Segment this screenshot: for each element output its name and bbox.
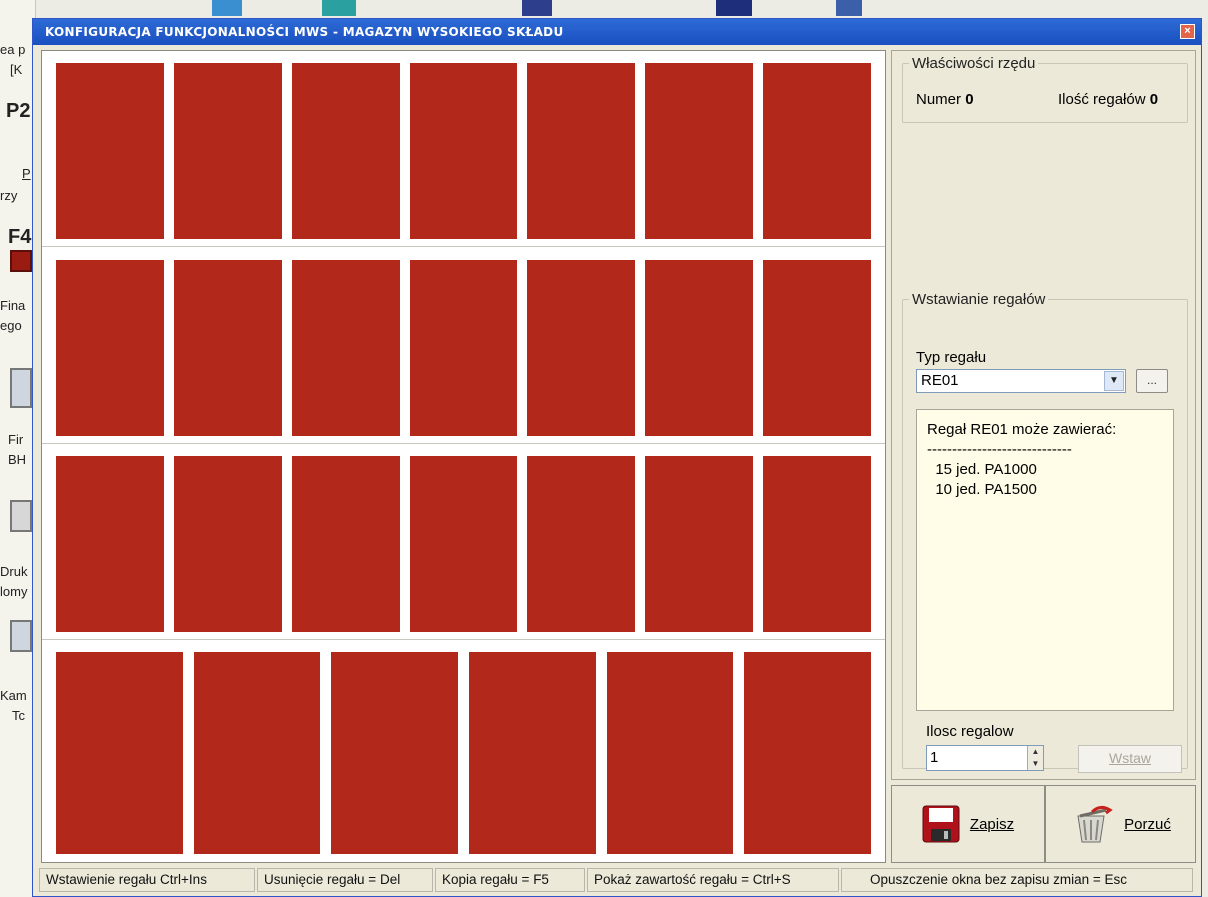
rack-cell[interactable]	[56, 456, 164, 632]
memo-line: -----------------------------	[927, 441, 1072, 458]
rack-cell[interactable]	[763, 456, 871, 632]
desktop-icon	[10, 500, 32, 532]
desktop-icon	[10, 368, 32, 408]
desktop-icon	[10, 620, 32, 652]
window-title: KONFIGURACJA FUNKCJONALNOŚCI MWS - MAGAZ…	[45, 25, 564, 39]
spin-up-icon[interactable]: ▲	[1027, 746, 1043, 758]
desktop-toolbar-strip	[36, 0, 1208, 20]
rack-row[interactable]	[42, 248, 885, 444]
rack-cell[interactable]	[291, 456, 400, 632]
row-number-label: Numer 0	[916, 91, 974, 108]
rack-cell[interactable]	[763, 63, 871, 239]
rack-cell[interactable]	[645, 260, 754, 436]
rack-cell[interactable]	[744, 652, 871, 854]
right-panel: Właściwości rzędu Numer 0 Ilość regałów …	[891, 50, 1196, 780]
rack-cell[interactable]	[409, 456, 518, 632]
rack-cell[interactable]	[645, 456, 754, 632]
rack-cell[interactable]	[469, 652, 596, 854]
rack-cell[interactable]	[409, 63, 518, 239]
status-shortcut-copy: Kopia regału = F5	[435, 868, 585, 892]
desktop-left-panel: ea p [K P2 P rzy F4 Fina ego Fir BH Druk…	[0, 0, 36, 897]
desktop-icon	[10, 250, 32, 272]
insert-racks-legend: Wstawianie regałów	[912, 291, 1046, 308]
rack-cell[interactable]	[173, 456, 282, 632]
rack-quantity-stepper[interactable]: 1 ▲ ▼	[926, 745, 1044, 771]
rack-row[interactable]	[42, 640, 885, 862]
desktop-text: Kam	[0, 688, 27, 703]
rack-cell[interactable]	[173, 260, 282, 436]
rack-cell[interactable]	[56, 260, 164, 436]
desktop-text: rzy	[0, 188, 18, 203]
spin-down-icon[interactable]: ▼	[1027, 758, 1043, 770]
desktop-text: Druk	[0, 564, 28, 579]
close-icon[interactable]: ×	[1180, 24, 1195, 39]
memo-line: 10 jed. PA1500	[927, 481, 1037, 498]
rack-cell[interactable]	[606, 652, 734, 854]
floppy-disk-icon	[922, 805, 960, 843]
desktop-text: ea p	[0, 42, 26, 57]
rack-cell[interactable]	[291, 260, 400, 436]
status-shortcut-exit: Opuszczenie okna bez zapisu zmian = Esc	[841, 868, 1193, 892]
insert-button[interactable]: Wstaw	[1078, 745, 1182, 773]
rack-cell[interactable]	[173, 63, 282, 239]
desktop-text: lomy	[0, 584, 28, 599]
title-bar[interactable]: KONFIGURACJA FUNKCJONALNOŚCI MWS - MAGAZ…	[33, 19, 1201, 45]
row-properties-group: Właściwości rzędu	[902, 55, 1188, 123]
rack-row[interactable]	[42, 444, 885, 640]
desktop-text: Fina	[0, 298, 26, 313]
rack-cell[interactable]	[331, 652, 458, 854]
rack-cell[interactable]	[409, 260, 518, 436]
status-bar: Wstawienie regału Ctrl+Ins Usunięcie reg…	[33, 864, 1201, 896]
rack-quantity-value: 1	[930, 749, 939, 766]
save-button[interactable]: Zapisz	[891, 785, 1045, 863]
browse-rack-type-button[interactable]: ...	[1136, 369, 1168, 393]
row-properties-legend: Właściwości rzędu	[912, 55, 1036, 72]
rack-cell[interactable]	[527, 260, 636, 436]
rack-cell[interactable]	[56, 652, 183, 854]
rack-cell[interactable]	[193, 652, 321, 854]
rack-cell[interactable]	[645, 63, 754, 239]
desktop-text: ego	[0, 318, 22, 333]
memo-line: Regał RE01 może zawierać:	[927, 421, 1117, 438]
trash-can-icon	[1077, 805, 1113, 843]
rack-count-value: 0	[1149, 91, 1159, 108]
rack-row[interactable]	[42, 51, 885, 247]
cancel-label: Porzuć	[1124, 815, 1171, 833]
rack-cell[interactable]	[56, 63, 164, 239]
cancel-button[interactable]: Porzuć	[1045, 785, 1196, 863]
status-shortcut-show: Pokaż zawartość regału = Ctrl+S	[587, 868, 839, 892]
rack-type-select[interactable]: RE01 ▼	[916, 369, 1126, 393]
status-shortcut-delete: Usunięcie regału = Del	[257, 868, 433, 892]
memo-line: 15 jed. PA1000	[927, 461, 1037, 478]
save-label: Zapisz	[969, 815, 1015, 833]
mws-config-window: KONFIGURACJA FUNKCJONALNOŚCI MWS - MAGAZ…	[32, 18, 1202, 897]
rack-count-label: Ilość regałów 0	[1058, 91, 1159, 108]
action-buttons: Zapisz Porzuć	[891, 785, 1196, 863]
rack-grid[interactable]	[41, 50, 886, 863]
rack-cell[interactable]	[527, 63, 636, 239]
rack-contents-memo[interactable]: Regał RE01 może zawierać: ---------------…	[916, 409, 1174, 711]
rack-type-label: Typ regału	[916, 349, 987, 366]
rack-quantity-label: Ilosc regalow	[926, 723, 1014, 740]
status-shortcut-insert: Wstawienie regału Ctrl+Ins	[39, 868, 255, 892]
chevron-down-icon[interactable]: ▼	[1104, 371, 1124, 391]
rack-cell[interactable]	[763, 260, 871, 436]
rack-cell[interactable]	[291, 63, 400, 239]
rack-cell[interactable]	[527, 456, 636, 632]
row-number-value: 0	[965, 91, 974, 108]
rack-type-value: RE01	[921, 372, 959, 389]
